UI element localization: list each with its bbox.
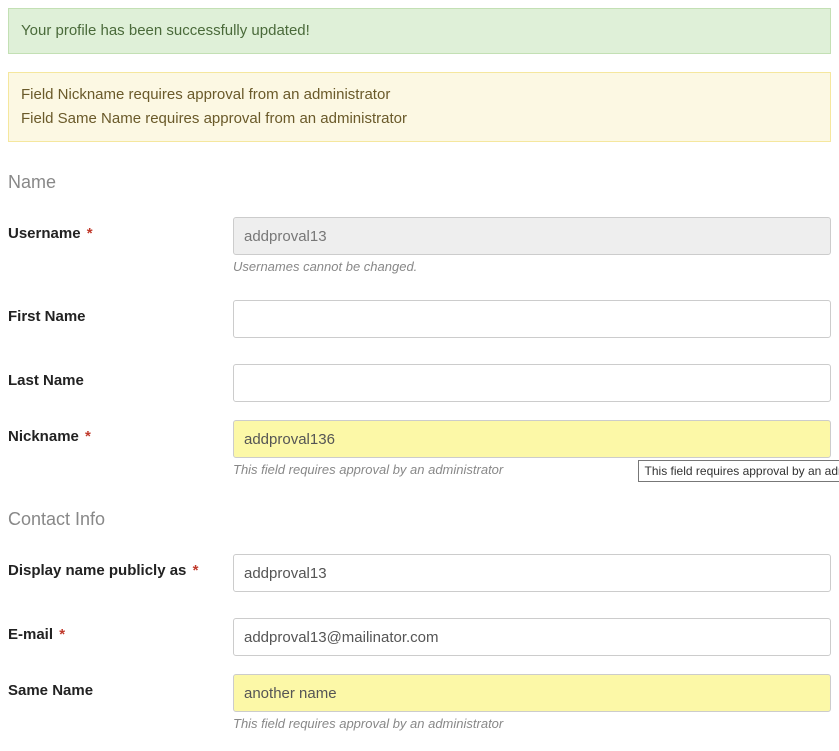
approval-tooltip: This field requires approval by an admin… (638, 460, 839, 482)
email-input[interactable] (233, 618, 831, 656)
label-last-name: Last Name (8, 372, 84, 389)
section-title-contact: Contact Info (8, 509, 831, 530)
row-username: Username * Usernames cannot be changed. (8, 217, 831, 274)
success-alert: Your profile has been successfully updat… (8, 8, 831, 54)
label-username: Username * (8, 225, 93, 242)
row-last-name: Last Name (8, 364, 831, 402)
warning-alert: Field Nickname requires approval from an… (8, 72, 831, 142)
username-helper: Usernames cannot be changed. (233, 259, 831, 274)
required-mark: * (59, 626, 65, 643)
warning-line-2: Field Same Name requires approval from a… (21, 107, 818, 131)
label-display-name: Display name publicly as * (8, 562, 198, 579)
nickname-input[interactable] (233, 420, 831, 458)
required-mark: * (193, 562, 199, 579)
required-mark: * (85, 428, 91, 445)
success-alert-text: Your profile has been successfully updat… (21, 22, 310, 39)
section-title-name: Name (8, 172, 831, 193)
row-email: E-mail * (8, 618, 831, 656)
last-name-input[interactable] (233, 364, 831, 402)
row-same-name: Same Name This field requires approval b… (8, 674, 831, 731)
row-display-name: Display name publicly as * (8, 554, 831, 592)
label-first-name: First Name (8, 308, 86, 325)
display-name-input[interactable] (233, 554, 831, 592)
username-input (233, 217, 831, 255)
label-email: E-mail * (8, 626, 65, 643)
warning-line-1: Field Nickname requires approval from an… (21, 83, 818, 107)
same-name-helper: This field requires approval by an admin… (233, 716, 831, 731)
same-name-input[interactable] (233, 674, 831, 712)
row-first-name: First Name (8, 300, 831, 338)
label-same-name: Same Name (8, 682, 93, 699)
required-mark: * (87, 225, 93, 242)
label-nickname: Nickname * (8, 428, 91, 445)
first-name-input[interactable] (233, 300, 831, 338)
row-nickname-group: Nickname * This field requires approval … (8, 420, 831, 477)
